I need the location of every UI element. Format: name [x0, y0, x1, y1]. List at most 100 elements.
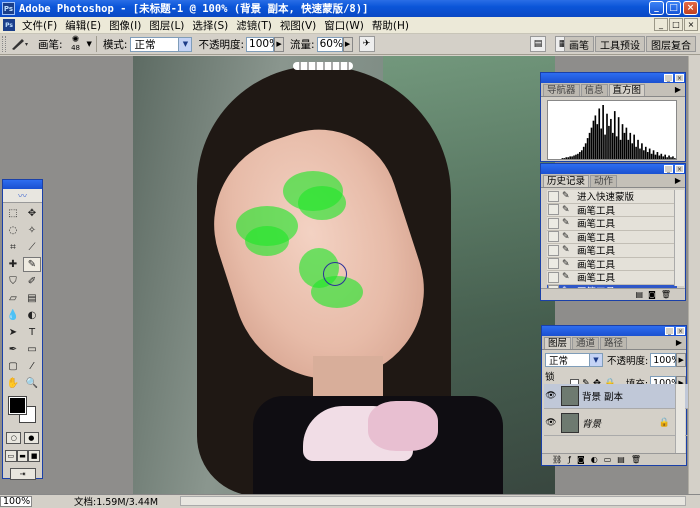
eyedropper-tool-icon[interactable]: ⁄	[23, 359, 41, 374]
shape-tool-icon[interactable]: ▭	[23, 342, 41, 357]
trash-icon[interactable]: 🗑	[631, 455, 641, 464]
notes-tool-icon[interactable]: ▢	[4, 359, 22, 374]
slice-tool-icon[interactable]: ⟋	[23, 240, 41, 255]
trash-icon[interactable]: 🗑	[661, 290, 671, 299]
tab-history[interactable]: 历史记录	[543, 175, 590, 187]
magic-wand-tool-icon[interactable]: ✧	[23, 223, 41, 238]
brush-picker[interactable]: ✺ 48	[65, 35, 87, 53]
history-brush-tool-icon[interactable]: ✐	[23, 274, 41, 289]
dodge-tool-icon[interactable]: ◐	[23, 308, 41, 323]
flow-slider-arrow-icon[interactable]: ▶	[342, 36, 353, 52]
menu-image[interactable]: 图像(I)	[105, 18, 145, 33]
pen-tool-icon[interactable]: ✒	[4, 342, 22, 357]
menu-help[interactable]: 帮助(H)	[368, 18, 413, 33]
doc-minimize-button[interactable]: _	[654, 18, 668, 31]
fullscreen-icon[interactable]: ■	[28, 450, 41, 462]
tab-channels[interactable]: 通道	[572, 337, 600, 349]
tab-navigator[interactable]: 导航器	[543, 84, 580, 96]
snapshot-source-checkbox[interactable]	[548, 258, 559, 270]
vertical-scrollbar[interactable]	[688, 56, 700, 494]
history-item[interactable]: ✎ 画笔工具	[547, 230, 677, 244]
panel-close-button[interactable]: ×	[676, 327, 685, 335]
toolbox-title-bar[interactable]	[3, 180, 42, 189]
layer-row[interactable]: 👁 背景 🔒	[544, 411, 688, 436]
layer-row[interactable]: 👁 背景 副本	[544, 384, 688, 409]
panel-menu-icon[interactable]: ▶	[675, 176, 681, 185]
brush-tool-icon[interactable]: ✎	[23, 257, 41, 272]
flow-input[interactable]: 60%	[316, 36, 343, 52]
layer-opacity-input[interactable]: 100%	[650, 353, 680, 367]
tab-paths[interactable]: 路径	[600, 337, 628, 349]
history-item[interactable]: ✎ 画笔工具	[547, 257, 677, 271]
layer-opacity-arrow-icon[interactable]: ▶	[676, 353, 687, 367]
horizontal-scrollbar[interactable]	[180, 496, 686, 506]
panel-menu-icon[interactable]: ▶	[675, 85, 681, 94]
menu-edit[interactable]: 编辑(E)	[61, 18, 105, 33]
eye-icon[interactable]: 👁	[544, 391, 558, 401]
tab-histogram[interactable]: 直方图	[608, 84, 646, 96]
history-item[interactable]: ✎ 画笔工具	[547, 203, 677, 217]
opacity-input[interactable]: 100%	[246, 36, 279, 52]
history-scrollbar[interactable]	[674, 190, 684, 286]
standard-screen-icon[interactable]: ▭	[5, 450, 17, 462]
tab-info[interactable]: 信息	[580, 84, 608, 96]
zoom-tool-icon[interactable]: 🔍	[23, 376, 41, 391]
file-browser-icon[interactable]: ▤	[530, 36, 546, 52]
snapshot-icon[interactable]: ◙	[648, 290, 656, 299]
new-layer-icon[interactable]: ▤	[617, 455, 625, 464]
new-document-icon[interactable]: ▤	[636, 290, 644, 299]
tool-preset-picker[interactable]	[6, 36, 32, 53]
well-tab-brushes[interactable]: 画笔	[564, 36, 594, 52]
snapshot-source-checkbox[interactable]	[548, 190, 559, 202]
adobe-online-icon[interactable]: 〰	[3, 189, 42, 203]
panel-title-bar[interactable]: _ ×	[541, 164, 685, 174]
menu-window[interactable]: 窗口(W)	[320, 18, 368, 33]
gradient-tool-icon[interactable]: ▤	[23, 291, 41, 306]
standard-mode-icon[interactable]: ○	[6, 432, 22, 444]
imageready-icon[interactable]: ⇥	[9, 468, 36, 480]
lasso-tool-icon[interactable]: ◌	[4, 223, 22, 238]
maximize-button[interactable]: □	[666, 1, 681, 15]
panel-minimize-button[interactable]: _	[664, 74, 673, 82]
history-item[interactable]: ✎ 画笔工具	[547, 244, 677, 258]
panel-minimize-button[interactable]: _	[664, 165, 673, 173]
tab-layers[interactable]: 图层	[544, 337, 572, 349]
eraser-tool-icon[interactable]: ▱	[4, 291, 22, 306]
opacity-slider-arrow-icon[interactable]: ▶	[274, 36, 285, 52]
snapshot-source-checkbox[interactable]	[548, 244, 559, 256]
airbrush-icon[interactable]: ✈	[358, 36, 375, 52]
foreground-color-swatch[interactable]	[8, 396, 27, 415]
close-button[interactable]: ×	[683, 1, 698, 15]
menu-select[interactable]: 选择(S)	[188, 18, 232, 33]
quickmask-mode-icon[interactable]: ●	[23, 432, 39, 444]
blur-tool-icon[interactable]: 💧	[4, 308, 22, 323]
hand-tool-icon[interactable]: ✋	[4, 376, 22, 391]
clone-stamp-tool-icon[interactable]: ⛉	[4, 274, 22, 289]
adjustment-layer-icon[interactable]: ◐	[591, 455, 598, 464]
snapshot-source-checkbox[interactable]	[548, 231, 559, 243]
panel-title-bar[interactable]: _ ×	[541, 73, 685, 83]
panel-close-button[interactable]: ×	[675, 74, 684, 82]
type-tool-icon[interactable]: T	[23, 325, 41, 340]
panel-title-bar[interactable]: _ ×	[542, 326, 686, 336]
menu-filter[interactable]: 滤镜(T)	[232, 18, 276, 33]
history-item[interactable]: ✎ 画笔工具	[547, 271, 677, 285]
document-canvas[interactable]	[133, 56, 555, 494]
new-set-icon[interactable]: ▭	[604, 455, 612, 464]
menu-view[interactable]: 视图(V)	[276, 18, 320, 33]
minimize-button[interactable]: _	[649, 1, 664, 15]
brush-picker-arrow-icon[interactable]: ▼	[87, 40, 92, 48]
panel-minimize-button[interactable]: _	[665, 327, 674, 335]
eye-icon[interactable]: 👁	[544, 418, 558, 428]
well-tab-tool-presets[interactable]: 工具预设	[595, 36, 645, 52]
marquee-tool-icon[interactable]: ⬚	[4, 206, 22, 221]
panel-close-button[interactable]: ×	[675, 165, 684, 173]
zoom-field[interactable]: 100%	[0, 495, 32, 507]
link-icon[interactable]: ⛓	[552, 455, 562, 464]
snapshot-source-checkbox[interactable]	[548, 204, 559, 216]
menu-file[interactable]: 文件(F)	[18, 18, 61, 33]
crop-tool-icon[interactable]: ⌗	[4, 240, 22, 255]
mode-select[interactable]: 正常 ▼	[130, 36, 193, 52]
history-item[interactable]: ✎ 画笔工具	[547, 217, 677, 231]
layers-scrollbar[interactable]	[675, 384, 685, 453]
